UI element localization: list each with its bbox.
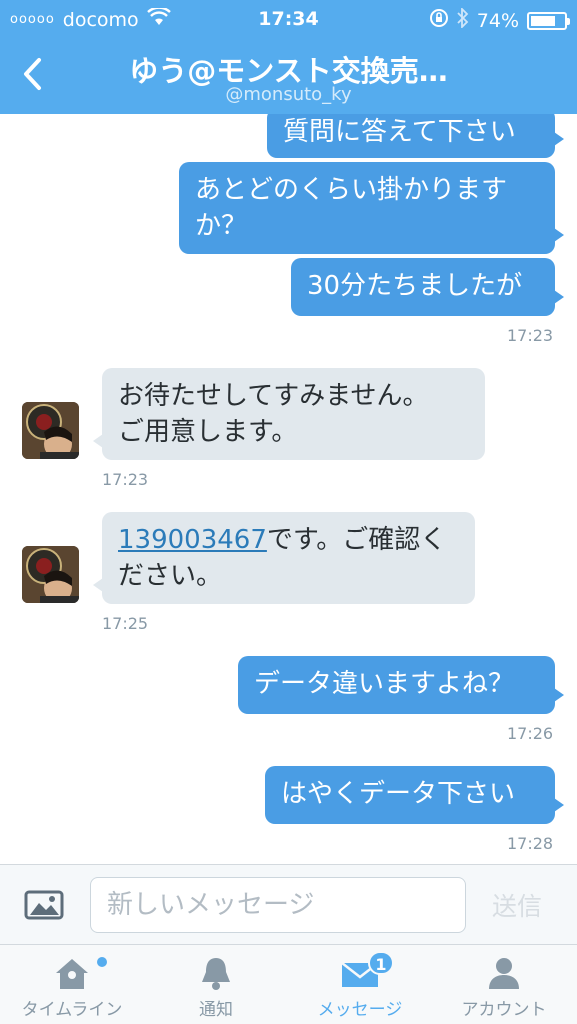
bell-icon: [202, 958, 230, 990]
header: ooooo docomo 17:34 74% ゆう@モンスト交換売… @mons…: [0, 0, 577, 114]
tab-label: タイムライン: [21, 1000, 123, 1020]
tab-account[interactable]: アカウント: [432, 945, 576, 1024]
message-text: データ違いますよね？: [254, 669, 515, 699]
avatar[interactable]: [22, 402, 79, 459]
home-icon: [56, 959, 88, 989]
number-link[interactable]: 139003467: [118, 525, 267, 555]
tab-bar: タイムライン 通知 1 メッセージ アカウント: [0, 944, 577, 1024]
message-timestamp: 17:26: [507, 724, 554, 743]
avatar-image: [22, 546, 79, 603]
conversation-handle: @monsuto_ky: [225, 84, 352, 105]
message-bubble-incoming: お待たせしてすみません。 ご用意します。: [93, 368, 485, 460]
tab-label: 通知: [199, 1000, 233, 1020]
message-text: です。ご確認く: [266, 525, 447, 555]
person-icon: [489, 958, 519, 989]
avatar[interactable]: [22, 546, 79, 603]
photo-button[interactable]: [24, 889, 64, 921]
orientation-lock-icon: [429, 8, 449, 33]
message-bubble-incoming: 139003467です。ご確認く ださい。: [93, 512, 475, 604]
message-bubble-outgoing: はやくデータ下さい: [265, 766, 564, 824]
message-text: はやくデータ下さい: [281, 779, 516, 809]
message-input[interactable]: [90, 877, 466, 933]
message-text: ださい。: [118, 561, 223, 591]
tab-label: アカウント: [461, 1000, 547, 1020]
avatar-image: [22, 402, 79, 459]
message-timestamp: 17:23: [102, 470, 149, 489]
bluetooth-icon: [457, 6, 469, 33]
photo-icon: [24, 890, 64, 920]
message-bubble-outgoing: あとどのくらい掛かります か？: [179, 162, 564, 254]
message-timestamp: 17:23: [507, 326, 554, 345]
message-list[interactable]: 質問に答えて下さい あとどのくらい掛かります か？ 30分たちましたが 17:2…: [0, 114, 577, 864]
tab-messages[interactable]: 1 メッセージ: [288, 945, 432, 1024]
message-text: ご用意します。: [118, 417, 298, 447]
send-button[interactable]: 送信: [492, 887, 542, 923]
message-bubble-outgoing: 質問に答えて下さい: [267, 114, 564, 158]
message-text: あとどのくらい掛かります: [195, 175, 508, 205]
unread-dot: [97, 957, 107, 967]
unread-badge: 1: [368, 951, 394, 975]
message-timestamp: 17:25: [102, 614, 149, 633]
battery-icon: [527, 11, 570, 30]
tab-timeline[interactable]: タイムライン: [0, 945, 144, 1024]
message-timestamp: 17:28: [507, 834, 554, 853]
tab-notifications[interactable]: 通知: [144, 945, 288, 1024]
message-text: お待たせしてすみません。: [118, 381, 429, 411]
battery-percent: 74%: [476, 9, 519, 32]
message-text: か？: [195, 211, 248, 241]
message-bubble-outgoing: データ違いますよね？: [238, 656, 564, 714]
message-composer: 送信: [0, 864, 577, 944]
message-bubble-outgoing: 30分たちましたが: [291, 258, 564, 316]
message-text: 質問に答えて下さい: [283, 117, 516, 147]
message-text: 30分たちましたが: [307, 271, 523, 301]
status-bar: ooooo docomo 17:34 74%: [0, 0, 577, 38]
tab-label: メッセージ: [317, 1000, 403, 1020]
